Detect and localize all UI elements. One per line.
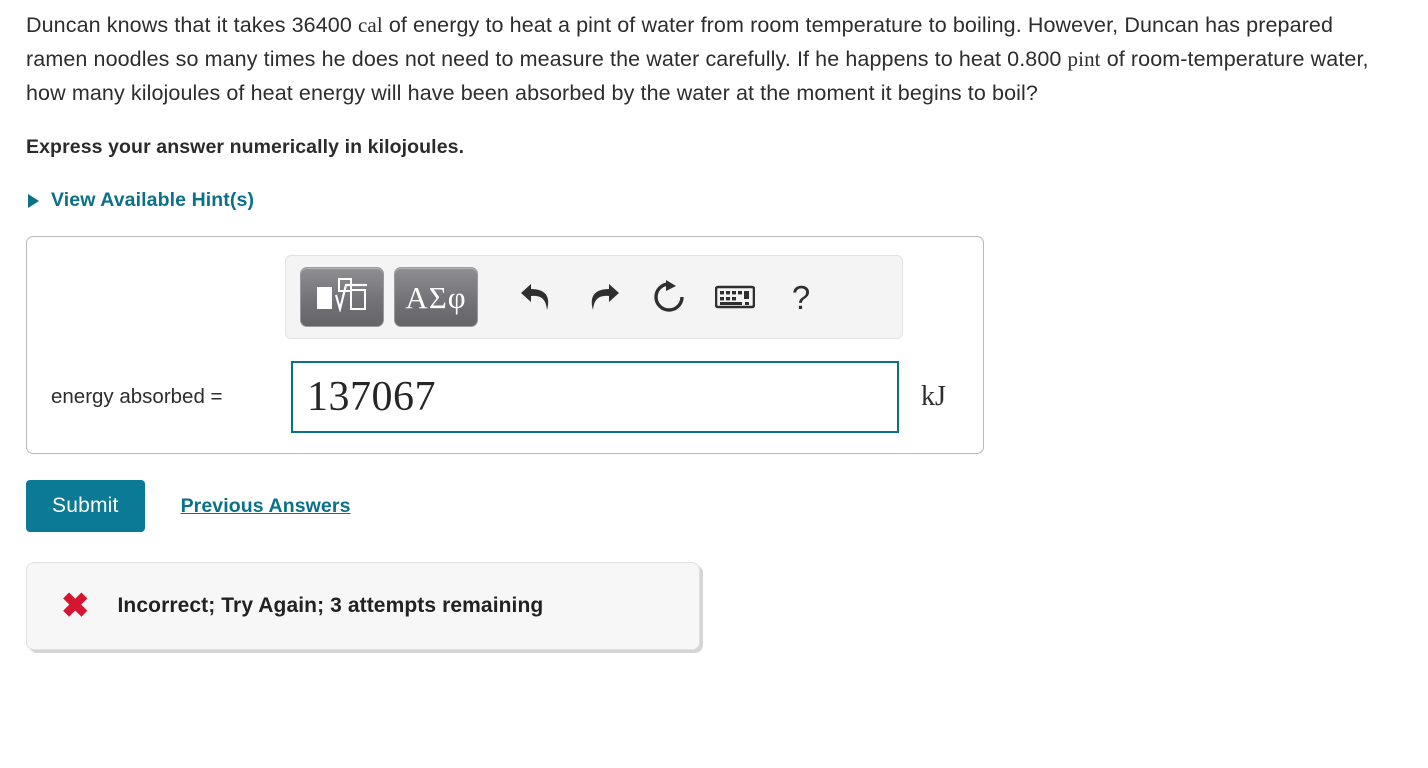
answer-input[interactable]: 137067	[291, 361, 899, 433]
feedback-banner: ✖ Incorrect; Try Again; 3 attempts remai…	[26, 562, 700, 650]
help-button[interactable]: ?	[768, 268, 834, 326]
reset-button[interactable]	[636, 268, 702, 326]
exercise-page: Duncan knows that it takes 36400 cal of …	[0, 0, 1428, 768]
answer-instruction: Express your answer numerically in kiloj…	[26, 136, 465, 158]
answer-input-row: energy absorbed = 137067 kJ	[27, 361, 983, 433]
view-hints-toggle[interactable]: View Available Hint(s)	[26, 189, 254, 212]
keyboard-button[interactable]	[702, 268, 768, 326]
undo-button[interactable]	[504, 268, 570, 326]
redo-button[interactable]	[570, 268, 636, 326]
greek-symbols-button[interactable]: ΑΣφ	[394, 267, 478, 327]
math-template-button[interactable]	[300, 267, 384, 327]
view-hints-label: View Available Hint(s)	[51, 189, 255, 211]
undo-icon	[518, 280, 556, 314]
submit-button[interactable]: Submit	[26, 480, 145, 532]
unit-pint: pint	[1067, 47, 1101, 71]
problem-text-part-1: Duncan knows that it takes 36400	[26, 13, 352, 37]
problem-statement: Duncan knows that it takes 36400 cal of …	[26, 0, 1386, 110]
triangle-right-icon	[28, 193, 39, 208]
keyboard-icon	[715, 283, 755, 311]
answer-field-label: energy absorbed =	[51, 385, 223, 408]
reset-icon	[651, 279, 687, 315]
greek-symbols-label: ΑΣφ	[405, 279, 467, 315]
feedback-message: Incorrect; Try Again; 3 attempts remaini…	[117, 594, 544, 617]
math-editor-toolbar: ΑΣφ ?	[285, 255, 903, 339]
answer-unit-label: kJ	[921, 381, 946, 412]
question-mark-icon: ?	[791, 278, 811, 316]
x-mark-icon: ✖	[61, 587, 90, 625]
redo-icon	[584, 280, 622, 314]
answer-input-value: 137067	[307, 374, 436, 420]
math-template-icon	[315, 277, 369, 317]
unit-cal: cal	[357, 13, 383, 37]
answer-entry-panel: ΑΣφ ? energy absorbed = 137067 kJ	[26, 236, 984, 454]
previous-answers-link[interactable]: Previous Answers	[181, 495, 351, 518]
action-row: Submit Previous Answers	[26, 480, 1402, 532]
